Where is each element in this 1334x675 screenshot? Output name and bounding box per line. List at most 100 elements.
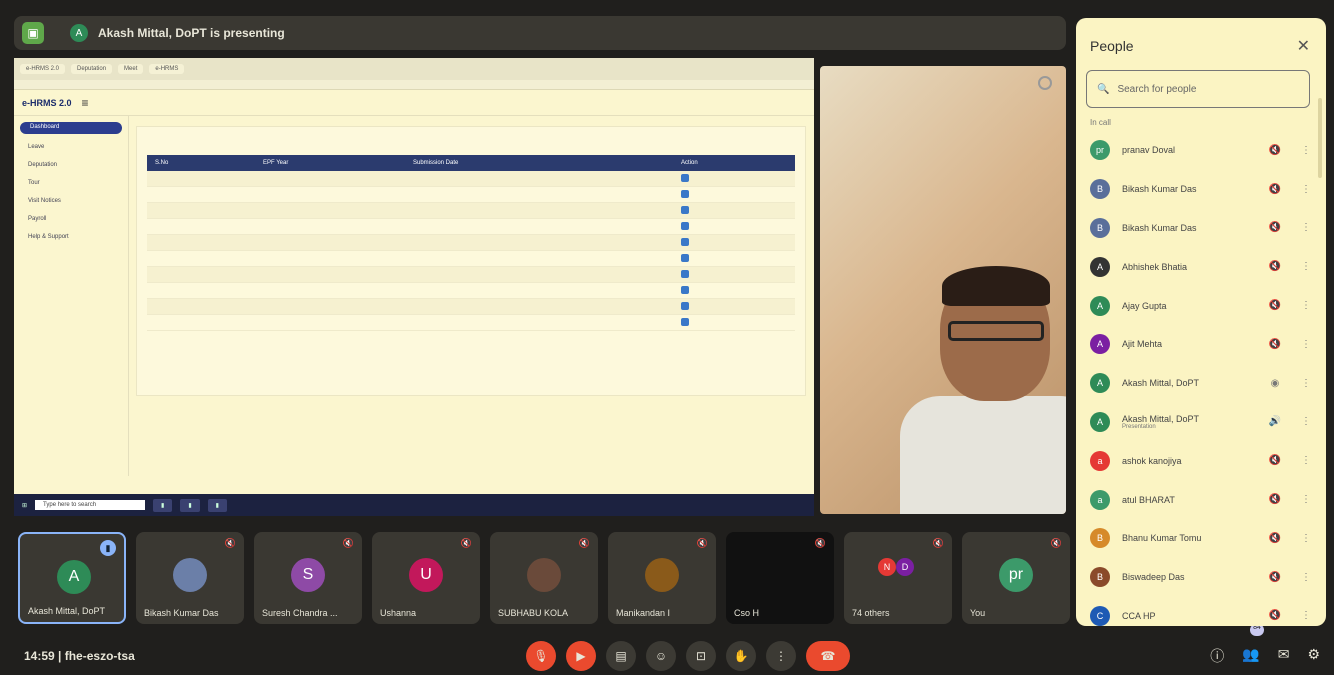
taskbar-app[interactable]: ▮ bbox=[207, 498, 227, 512]
view-action-icon[interactable] bbox=[681, 301, 689, 310]
browser-tab[interactable]: Deputation bbox=[71, 64, 113, 74]
windows-taskbar: ⊞ Type here to search ▮ ▮ ▮ bbox=[14, 494, 814, 516]
view-action-icon[interactable] bbox=[681, 285, 689, 294]
taskbar-search[interactable]: Type here to search bbox=[35, 500, 146, 510]
url-bar[interactable] bbox=[14, 80, 814, 90]
menu-icon[interactable]: ≡ bbox=[82, 96, 89, 110]
browser-tab[interactable]: e-HRMS bbox=[149, 64, 185, 74]
participant-tile[interactable]: 🔇 Manikandan I bbox=[608, 532, 716, 624]
start-icon[interactable]: ⊞ bbox=[22, 502, 27, 509]
sidebar-item-tour[interactable]: Tour bbox=[14, 176, 128, 194]
participant-tile[interactable]: 🔇 Cso H bbox=[726, 532, 834, 624]
present-button[interactable]: ⊡ bbox=[686, 640, 716, 671]
taskbar-app[interactable]: ▮ bbox=[180, 498, 200, 512]
participant-tile[interactable]: ▮ A Akash Mittal, DoPT bbox=[18, 532, 126, 624]
sidebar-item-leave[interactable]: Leave bbox=[14, 140, 128, 158]
info-icon[interactable]: ⓘ bbox=[1210, 646, 1224, 666]
tile-options-icon[interactable] bbox=[1038, 76, 1052, 90]
camera-off-button[interactable]: ▶ bbox=[566, 640, 596, 671]
people-icon[interactable]: 👥 bbox=[1242, 646, 1259, 666]
participant-tile[interactable]: 🔇 pr You bbox=[962, 532, 1070, 624]
more-vert-icon[interactable]: ⋮ bbox=[1300, 222, 1312, 233]
people-list-item[interactable]: C CCA HP 🔇 ⋮ bbox=[1076, 597, 1326, 626]
participant-tile[interactable]: 🔇 SUBHABU KOLA bbox=[490, 532, 598, 624]
more-vert-icon[interactable]: ⋮ bbox=[1300, 533, 1312, 544]
people-list-item[interactable]: pr pranav Doval 🔇 ⋮ bbox=[1076, 131, 1326, 170]
emoji-button[interactable]: ☺ bbox=[646, 640, 676, 671]
more-vert-icon[interactable]: ⋮ bbox=[1300, 145, 1312, 156]
sidebar-item-help[interactable]: Help & Support bbox=[14, 230, 128, 248]
people-list-item[interactable]: A Akash Mittal, DoPT Presentation 🔊 ⋮ bbox=[1076, 403, 1326, 442]
more-options-button[interactable]: ⋮ bbox=[766, 640, 796, 671]
browser-tab[interactable]: e-HRMS 2.0 bbox=[20, 64, 66, 74]
view-action-icon[interactable] bbox=[681, 221, 689, 230]
mic-muted-icon[interactable]: 🔇 bbox=[1262, 533, 1288, 544]
present-screen-icon[interactable]: ▣ bbox=[22, 22, 44, 44]
more-vert-icon[interactable]: ⋮ bbox=[1300, 339, 1312, 350]
participant-name: Cso H bbox=[734, 608, 760, 618]
leave-call-button[interactable]: ☎ bbox=[806, 640, 850, 671]
view-action-icon[interactable] bbox=[681, 205, 689, 214]
taskbar-app[interactable]: ▮ bbox=[153, 498, 173, 512]
more-vert-icon[interactable]: ⋮ bbox=[1300, 300, 1312, 311]
people-list-item[interactable]: A Akash Mittal, DoPT ◉ ⋮ bbox=[1076, 364, 1326, 403]
mic-muted-icon[interactable]: 🔇 bbox=[1262, 610, 1288, 621]
chat-icon[interactable]: ✉ bbox=[1278, 646, 1290, 666]
sidebar-item-dashboard[interactable]: Dashboard bbox=[20, 122, 122, 134]
mic-muted-icon[interactable]: 🔇 bbox=[1262, 222, 1288, 233]
captions-button[interactable]: ▤ bbox=[606, 640, 636, 671]
mic-muted-icon[interactable]: 🔇 bbox=[1262, 145, 1288, 156]
people-list-item[interactable]: A Abhishek Bhatia 🔇 ⋮ bbox=[1076, 247, 1326, 286]
person-name: Abhishek Bhatia bbox=[1122, 262, 1250, 272]
people-list-item[interactable]: B Bikash Kumar Das 🔇 ⋮ bbox=[1076, 209, 1326, 248]
view-action-icon[interactable] bbox=[681, 237, 689, 246]
sidebar-item-deputation[interactable]: Deputation bbox=[14, 158, 128, 176]
audio-on-icon[interactable]: 🔊 bbox=[1262, 416, 1288, 427]
col-header: EPF Year bbox=[263, 160, 289, 166]
person-name: Bikash Kumar Das bbox=[1122, 223, 1250, 233]
call-controls: 🎙 ▶ ▤ ☺ ⊡ ✋ ⋮ ☎ bbox=[526, 640, 850, 671]
people-list-item[interactable]: A Ajit Mehta 🔇 ⋮ bbox=[1076, 325, 1326, 364]
sidebar-item-visit[interactable]: Visit Notices bbox=[14, 194, 128, 212]
browser-tab[interactable]: Meet bbox=[118, 64, 144, 74]
people-list-item[interactable]: a ashok kanojiya 🔇 ⋮ bbox=[1076, 441, 1326, 480]
participant-tile[interactable]: 🔇 Bikash Kumar Das bbox=[136, 532, 244, 624]
people-list-item[interactable]: B Bhanu Kumar Tomu 🔇 ⋮ bbox=[1076, 519, 1326, 558]
more-vert-icon[interactable]: ⋮ bbox=[1300, 184, 1312, 195]
participant-tile[interactable]: 🔇 U Ushanna bbox=[372, 532, 480, 624]
sidebar-item-payroll[interactable]: Payroll bbox=[14, 212, 128, 230]
mic-muted-icon[interactable]: 🔇 bbox=[1262, 339, 1288, 350]
people-search-input[interactable]: 🔍 Search for people bbox=[1086, 70, 1310, 108]
mic-muted-icon[interactable]: 🔇 bbox=[1262, 494, 1288, 505]
view-action-icon[interactable] bbox=[681, 253, 689, 262]
mic-muted-icon[interactable]: 🔇 bbox=[1262, 455, 1288, 466]
more-vert-icon[interactable]: ⋮ bbox=[1300, 610, 1312, 621]
people-list-item[interactable]: a atul BHARAT 🔇 ⋮ bbox=[1076, 480, 1326, 519]
mic-muted-icon[interactable]: 🔇 bbox=[1262, 261, 1288, 272]
more-vert-icon[interactable]: ⋮ bbox=[1300, 416, 1312, 427]
more-vert-icon[interactable]: ⋮ bbox=[1300, 455, 1312, 466]
view-action-icon[interactable] bbox=[681, 189, 689, 198]
more-vert-icon[interactable]: ⋮ bbox=[1300, 572, 1312, 583]
people-list-item[interactable]: B Biswadeep Das 🔇 ⋮ bbox=[1076, 558, 1326, 597]
mic-muted-icon[interactable]: 🔇 bbox=[1262, 300, 1288, 311]
people-list-item[interactable]: A Ajay Gupta 🔇 ⋮ bbox=[1076, 286, 1326, 325]
more-vert-icon[interactable]: ⋮ bbox=[1300, 261, 1312, 272]
close-icon[interactable]: ✕ bbox=[1297, 36, 1310, 56]
view-action-icon[interactable] bbox=[681, 317, 689, 326]
activities-icon[interactable]: ⚙ bbox=[1307, 646, 1320, 666]
people-list-item[interactable]: B Bikash Kumar Das 🔇 ⋮ bbox=[1076, 170, 1326, 209]
speaking-icon[interactable]: ◉ bbox=[1262, 378, 1288, 389]
more-vert-icon[interactable]: ⋮ bbox=[1300, 494, 1312, 505]
view-action-icon[interactable] bbox=[681, 269, 689, 278]
camera-figure bbox=[942, 266, 1050, 306]
mic-muted-icon[interactable]: 🔇 bbox=[1262, 572, 1288, 583]
people-scrollbar[interactable] bbox=[1318, 98, 1322, 178]
mic-muted-icon[interactable]: 🔇 bbox=[1262, 184, 1288, 195]
participant-tile[interactable]: 🔇 N D 74 others bbox=[844, 532, 952, 624]
more-vert-icon[interactable]: ⋮ bbox=[1300, 378, 1312, 389]
mic-off-button[interactable]: 🎙 bbox=[526, 640, 556, 671]
raise-hand-button[interactable]: ✋ bbox=[726, 640, 756, 671]
view-action-icon[interactable] bbox=[681, 173, 689, 182]
participant-tile[interactable]: 🔇 S Suresh Chandra ... bbox=[254, 532, 362, 624]
